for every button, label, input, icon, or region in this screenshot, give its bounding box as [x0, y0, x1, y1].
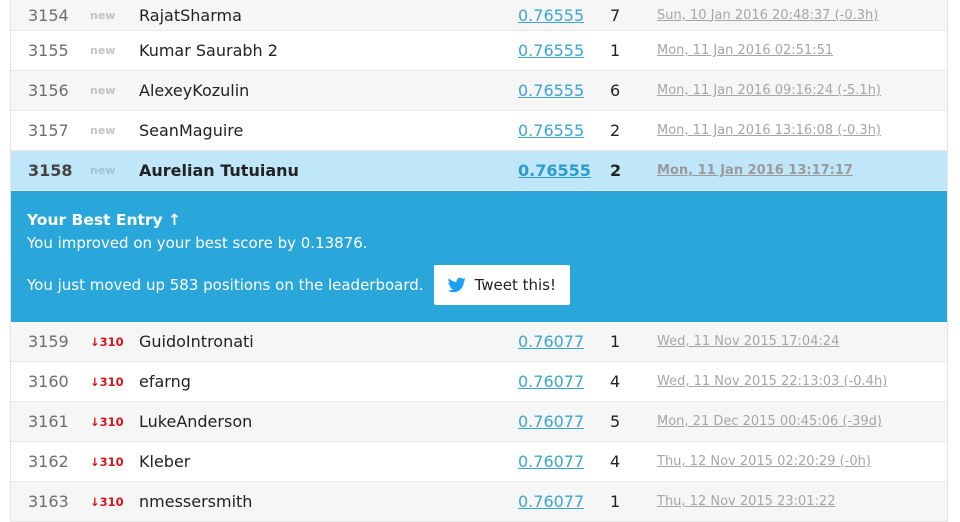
score-link[interactable]: 0.76077: [518, 402, 598, 441]
leaderboard-row: 3163 ↓310 nmessersmith 0.76077 1 Thu, 12…: [11, 482, 947, 522]
rank-cell: 3155: [28, 41, 69, 60]
leaderboard-row: 3162 ↓310 Kleber 0.76077 4 Thu, 12 Nov 2…: [11, 442, 947, 482]
team-name[interactable]: LukeAnderson: [139, 402, 499, 441]
leaderboard-row: 3156 new AlexeyKozulin 0.76555 6 Mon, 11…: [11, 71, 947, 111]
banner-bottom-line: You just moved up 583 positions on the l…: [27, 265, 571, 305]
score-link[interactable]: 0.76555: [518, 111, 598, 150]
positions-moved-message: You just moved up 583 positions on the l…: [27, 276, 424, 294]
entries-count: 4: [610, 372, 621, 391]
leaderboard-row: 3161 ↓310 LukeAnderson 0.76077 5 Mon, 21…: [11, 402, 947, 442]
tweet-button[interactable]: Tweet this!: [433, 265, 571, 305]
last-submission[interactable]: Mon, 21 Dec 2015 00:45:06 (-39d): [657, 402, 937, 441]
last-submission[interactable]: Thu, 12 Nov 2015 23:01:22: [657, 482, 937, 521]
improvement-message: You improved on your best score by 0.138…: [27, 234, 368, 252]
delta-badge: new: [90, 84, 116, 97]
score-link[interactable]: 0.76555: [518, 31, 598, 70]
delta-badge: new: [90, 164, 116, 177]
delta-badge: ↓310: [90, 494, 124, 509]
team-name[interactable]: Kumar Saurabh 2: [139, 31, 499, 70]
delta-badge: ↓310: [90, 414, 124, 429]
best-entry-banner: Your Best Entry ↑ You improved on your b…: [11, 191, 947, 322]
leaderboard-row: 3160 ↓310 efarng 0.76077 4 Wed, 11 Nov 2…: [11, 362, 947, 402]
team-name[interactable]: SeanMaguire: [139, 111, 499, 150]
entries-count: 1: [610, 332, 621, 351]
delta-badge: ↓310: [90, 334, 124, 349]
team-name[interactable]: Kleber: [139, 442, 499, 481]
rank-cell: 3154: [28, 5, 69, 25]
leaderboard-row: 3155 new Kumar Saurabh 2 0.76555 1 Mon, …: [11, 31, 947, 71]
team-name[interactable]: efarng: [139, 362, 499, 401]
last-submission[interactable]: Mon, 11 Jan 2016 09:16:24 (-5.1h): [657, 71, 937, 110]
banner-title: Your Best Entry ↑: [27, 211, 182, 229]
delta-badge: new: [90, 44, 116, 57]
rank-cell: 3163: [28, 492, 69, 511]
tweet-button-label: Tweet this!: [474, 276, 557, 294]
rank-cell: 3156: [28, 81, 69, 100]
score-link[interactable]: 0.76077: [518, 482, 598, 521]
last-submission[interactable]: Sun, 10 Jan 2016 20:48:37 (-0.3h): [657, 0, 937, 30]
score-link[interactable]: 0.76077: [518, 442, 598, 481]
entries-count: 1: [610, 41, 621, 60]
entries-count: 2: [610, 121, 621, 140]
entries-count: 1: [610, 492, 621, 511]
team-name[interactable]: Aurelian Tutuianu: [139, 151, 499, 190]
delta-badge: ↓310: [90, 454, 124, 469]
score-link[interactable]: 0.76555: [518, 0, 598, 30]
team-name[interactable]: RajatSharma: [139, 0, 499, 30]
rank-cell: 3157: [28, 121, 69, 140]
entries-count: 7: [610, 5, 621, 25]
delta-badge: new: [90, 124, 116, 137]
delta-badge: ↓310: [90, 374, 124, 389]
leaderboard-row: 3157 new SeanMaguire 0.76555 2 Mon, 11 J…: [11, 111, 947, 151]
my-leaderboard-row: 3158 new Aurelian Tutuianu 0.76555 2 Mon…: [11, 151, 947, 191]
leaderboard-row: 3154 new RajatSharma 0.76555 7 Sun, 10 J…: [11, 0, 947, 31]
last-submission[interactable]: Wed, 11 Nov 2015 17:04:24: [657, 322, 937, 361]
score-link[interactable]: 0.76077: [518, 322, 598, 361]
delta-badge: new: [90, 8, 116, 22]
entries-count: 2: [610, 161, 622, 180]
rank-cell: 3161: [28, 412, 69, 431]
rank-cell: 3159: [28, 332, 69, 351]
rank-cell: 3158: [28, 161, 73, 180]
team-name[interactable]: AlexeyKozulin: [139, 71, 499, 110]
last-submission[interactable]: Mon, 11 Jan 2016 02:51:51: [657, 31, 937, 70]
score-link[interactable]: 0.76555: [518, 71, 598, 110]
score-link[interactable]: 0.76077: [518, 362, 598, 401]
entries-count: 4: [610, 452, 621, 471]
last-submission[interactable]: Mon, 11 Jan 2016 13:17:17: [657, 151, 937, 190]
last-submission[interactable]: Mon, 11 Jan 2016 13:16:08 (-0.3h): [657, 111, 937, 150]
last-submission[interactable]: Thu, 12 Nov 2015 02:20:29 (-0h): [657, 442, 937, 481]
leaderboard-table: 3154 new RajatSharma 0.76555 7 Sun, 10 J…: [10, 0, 948, 522]
team-name[interactable]: GuidoIntronati: [139, 322, 499, 361]
team-name[interactable]: nmessersmith: [139, 482, 499, 521]
twitter-bird-icon: [447, 277, 466, 293]
last-submission[interactable]: Wed, 11 Nov 2015 22:13:03 (-0.4h): [657, 362, 937, 401]
rank-cell: 3160: [28, 372, 69, 391]
entries-count: 5: [610, 412, 621, 431]
rank-cell: 3162: [28, 452, 69, 471]
entries-count: 6: [610, 81, 621, 100]
score-link[interactable]: 0.76555: [518, 151, 598, 190]
leaderboard-row: 3159 ↓310 GuidoIntronati 0.76077 1 Wed, …: [11, 322, 947, 362]
